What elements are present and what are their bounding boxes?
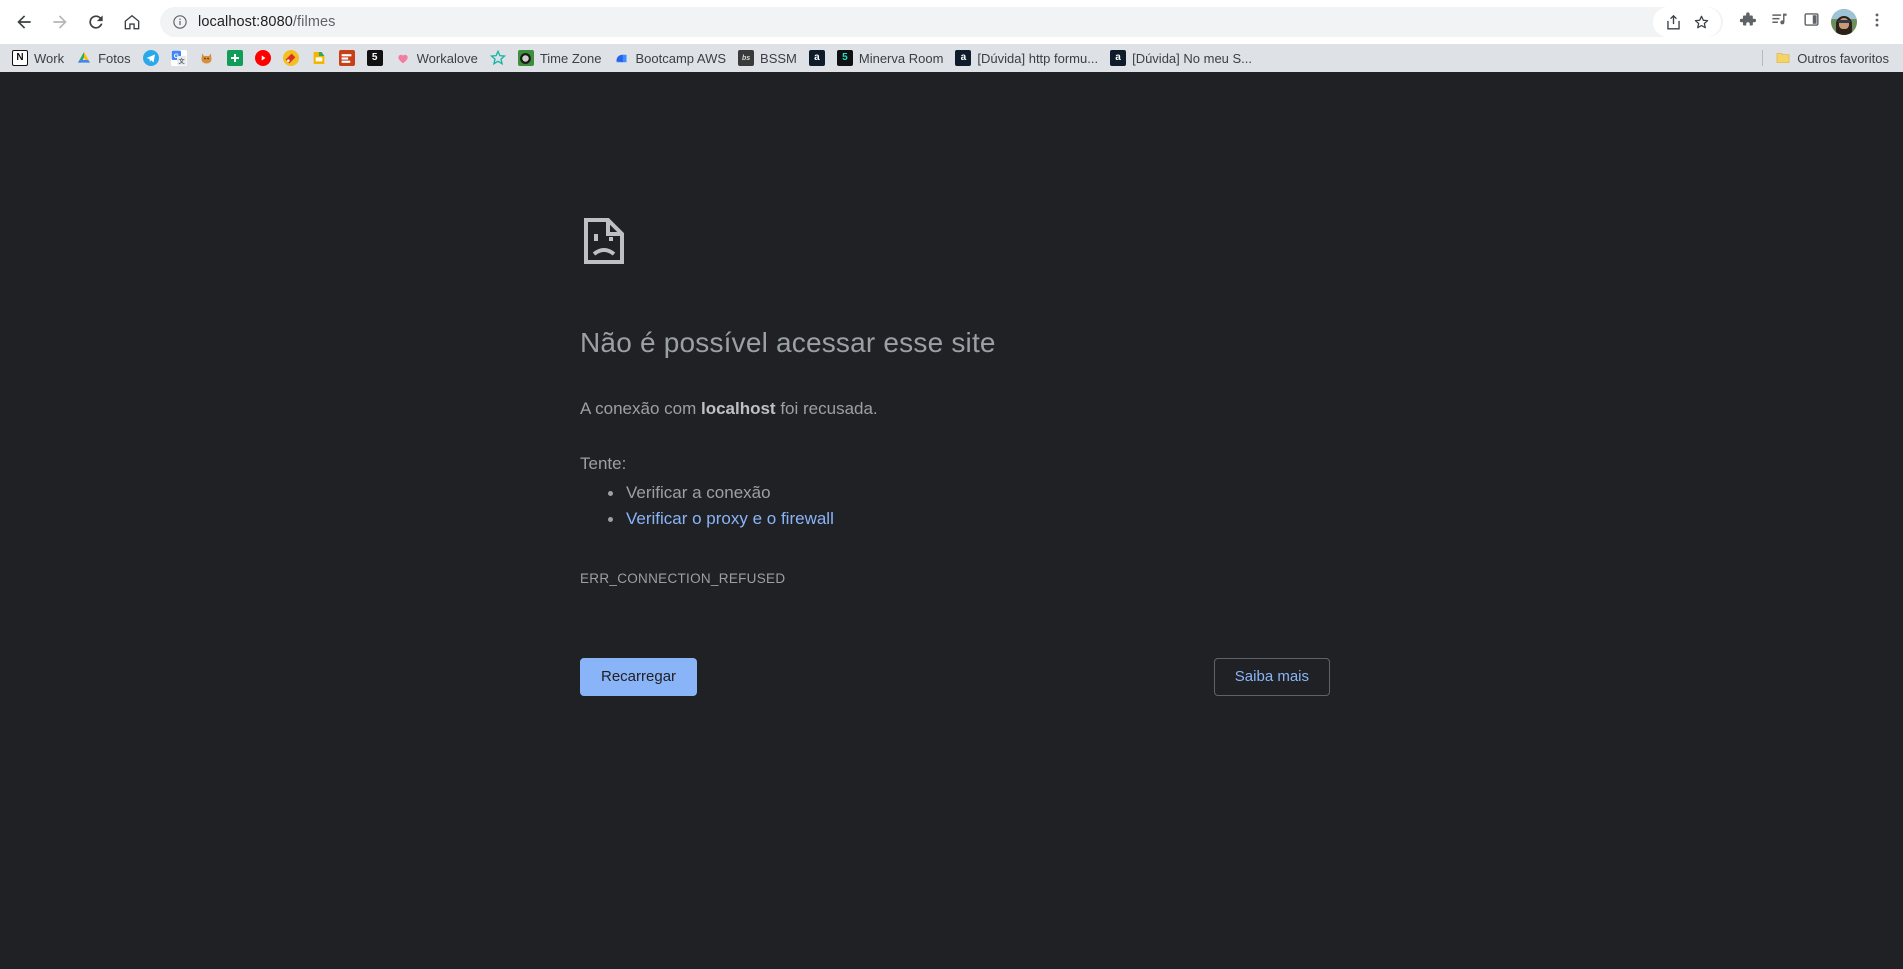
error-actions: Recarregar Saiba mais (580, 657, 1330, 697)
bookmark-item[interactable] (305, 47, 333, 69)
folder-icon (1775, 50, 1791, 66)
bookmark-item[interactable] (333, 47, 361, 69)
error-summary-host: localhost (700, 399, 776, 419)
browser-toolbar: localhost:8080/filmes (0, 0, 1903, 44)
home-button[interactable] (114, 4, 150, 40)
browser-chrome: localhost:8080/filmes N Work Fotos G 文 5… (0, 0, 1903, 72)
share-icon[interactable] (1659, 8, 1687, 36)
bookmark-item[interactable]: Time Zone (512, 47, 608, 69)
other-bookmarks-label: Outros favoritos (1797, 50, 1889, 66)
bookmark-label: BSSM (760, 50, 797, 66)
bookmark-item[interactable]: N Work (6, 47, 70, 69)
suggestions-list: Verificar a conexão Verificar o proxy e o… (580, 480, 1340, 533)
error-code: ERR_CONNECTION_REFUSED (580, 570, 786, 586)
bookmark-item[interactable]: Bootcamp AWS (607, 47, 732, 69)
suggestion-item: Verificar a conexão (580, 480, 1340, 506)
bookmark-item[interactable] (137, 47, 165, 69)
bookmark-item[interactable]: a [Dúvida] No meu S... (1104, 47, 1258, 69)
workalove-icon (395, 50, 411, 66)
bookmark-item[interactable] (249, 47, 277, 69)
bookmark-item[interactable] (277, 47, 305, 69)
youtube-music-icon (254, 50, 271, 66)
bssm-icon: bs (738, 50, 755, 66)
bootcamp-aws-icon (613, 50, 629, 66)
address-bar-host: localhost:8080 (198, 14, 293, 30)
google-translate-icon: G文 (170, 50, 187, 66)
alura-icon: a (808, 50, 825, 66)
suggestion-link[interactable]: Verificar o proxy e o firewall (626, 509, 834, 528)
error-summary-suffix: foi recusada. (775, 399, 878, 419)
bookmarks-bar: N Work Fotos G 文 5 Workalove Time Zone Bootcamp … (0, 44, 1903, 72)
bookmark-label: Bootcamp AWS (635, 50, 727, 66)
media-control-icon (1770, 10, 1789, 34)
back-button[interactable] (6, 4, 42, 40)
bookmark-item[interactable]: bs BSSM (732, 47, 803, 69)
forward-button[interactable] (42, 4, 78, 40)
arrow-left-icon (14, 12, 34, 32)
alura-icon: a (1110, 50, 1127, 66)
sad-document-icon (580, 217, 628, 265)
bookmark-label: Time Zone (539, 50, 602, 66)
error-page: Não é possível acessar esse site A conex… (0, 72, 1903, 969)
red-list-icon (338, 50, 355, 66)
suggestions-label: Tente: (580, 453, 627, 473)
bookmark-item[interactable]: 5 Minerva Room (831, 47, 950, 69)
yellow-tag-icon (282, 50, 299, 66)
bookmark-label: Workalove (416, 50, 478, 66)
reload-button[interactable]: Recarregar (580, 657, 698, 697)
time-zone-icon (517, 50, 534, 66)
other-bookmarks-button[interactable]: Outros favoritos (1769, 47, 1895, 69)
google-drive-icon (76, 50, 92, 66)
error-summary-prefix: A conexão com (580, 399, 701, 419)
media-control-button[interactable] (1763, 6, 1795, 38)
bookmark-label: [Dúvida] http formu... (977, 50, 1099, 66)
google-slides-icon (311, 50, 327, 66)
home-icon (122, 12, 142, 32)
avatar[interactable] (1831, 9, 1857, 35)
bookmark-item[interactable] (484, 47, 512, 69)
reload-icon (86, 12, 106, 32)
teal-star-icon (489, 50, 506, 66)
reload-button[interactable] (78, 4, 114, 40)
extensions-button[interactable] (1731, 6, 1763, 38)
bookmark-item[interactable]: a (803, 47, 831, 69)
puzzle-icon (1738, 10, 1757, 34)
side-panel-icon (1802, 10, 1821, 34)
bookmark-item[interactable]: 5 (361, 47, 389, 69)
bookmark-item[interactable] (193, 47, 221, 69)
side-panel-button[interactable] (1795, 6, 1827, 38)
bookmark-item[interactable] (221, 47, 249, 69)
bookmark-label: Minerva Room (858, 50, 944, 66)
omnibox-actions (1653, 7, 1721, 37)
learn-more-button[interactable]: Saiba mais (1213, 657, 1330, 697)
arrow-right-icon (50, 12, 70, 32)
five-teal-icon: 5 (836, 50, 853, 66)
three-dot-menu-icon (1868, 11, 1886, 34)
address-bar-path: /filmes (292, 14, 336, 30)
telegram-icon (142, 50, 159, 66)
bookmark-label: Work (34, 50, 65, 66)
bookmark-item[interactable]: a [Dúvida] http formu... (949, 47, 1104, 69)
bookmark-label: [Dúvida] No meu S... (1132, 50, 1253, 66)
bookmark-item[interactable]: Workalove (389, 47, 484, 69)
suggestion-item[interactable]: Verificar o proxy e o firewall (580, 506, 1340, 532)
notion-icon: N (12, 50, 28, 66)
bookmark-item[interactable]: G文 (165, 47, 193, 69)
bookmarks-separator (1762, 50, 1764, 66)
alura-icon: a (955, 50, 972, 66)
star-icon[interactable] (1687, 8, 1715, 36)
error-content: Não é possível acessar esse site A conex… (580, 217, 1340, 697)
bookmark-item[interactable]: Fotos (70, 47, 137, 69)
five-black-icon: 5 (366, 50, 383, 66)
page-title: Não é possível acessar esse site (580, 327, 996, 358)
bookmark-label: Fotos (98, 50, 131, 66)
fox-icon (199, 50, 215, 66)
info-circle-icon[interactable] (170, 12, 190, 32)
chrome-menu-button[interactable] (1861, 6, 1893, 38)
address-bar[interactable]: localhost:8080/filmes (160, 7, 1723, 37)
google-sheets-icon (226, 50, 243, 66)
error-summary: A conexão com localhost foi recusada. (580, 396, 1340, 422)
address-bar-url: localhost:8080/filmes (198, 14, 336, 30)
